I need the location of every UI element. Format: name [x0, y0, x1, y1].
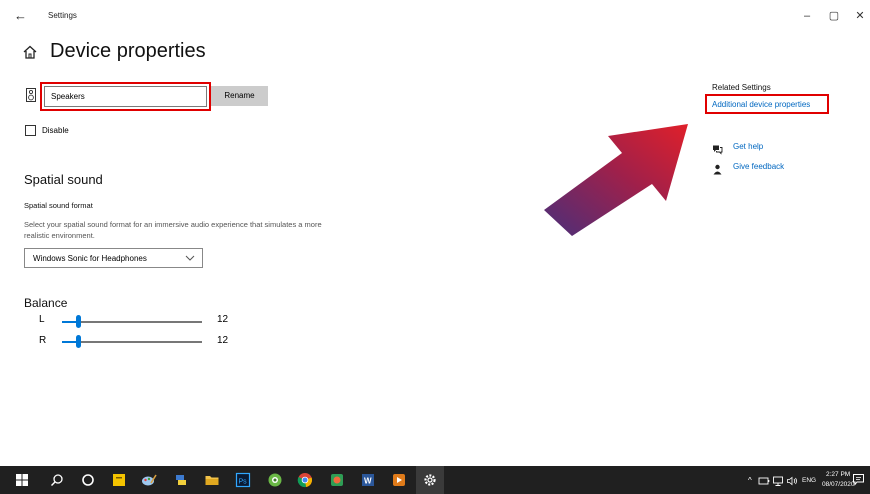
dropdown-selected-value: Windows Sonic for Headphones: [33, 254, 147, 263]
spatial-format-label: Spatial sound format: [24, 201, 93, 210]
disable-checkbox[interactable]: [25, 125, 36, 136]
paint-icon[interactable]: [141, 472, 157, 488]
settings-gear-icon[interactable]: [422, 472, 438, 488]
spatial-format-dropdown[interactable]: Windows Sonic for Headphones: [24, 248, 203, 268]
get-help-link[interactable]: Get help: [733, 142, 763, 151]
minimize-button[interactable]: –: [799, 8, 815, 24]
annotation-arrow-icon: [544, 124, 688, 236]
home-icon: [22, 44, 38, 60]
page-title: Device properties: [50, 40, 206, 62]
speaker-device-icon: [26, 88, 36, 102]
left-slider-thumb[interactable]: [76, 315, 82, 328]
svg-text:Ps: Ps: [239, 479, 248, 486]
additional-device-properties-link[interactable]: Additional device properties: [712, 100, 810, 109]
right-balance-slider[interactable]: [62, 335, 202, 348]
disable-label: Disable: [42, 126, 69, 135]
chrome-icon[interactable]: [297, 472, 313, 488]
balance-heading: Balance: [24, 296, 68, 310]
search-icon[interactable]: [49, 472, 65, 488]
clock-time[interactable]: 2:27 PM: [826, 471, 850, 478]
sticky-notes-icon[interactable]: [111, 472, 127, 488]
close-button[interactable]: ✕: [852, 8, 868, 24]
back-arrow-icon[interactable]: ←: [14, 8, 30, 24]
notifications-icon[interactable]: [852, 473, 865, 486]
camtasia-icon[interactable]: [329, 472, 345, 488]
right-slider-thumb[interactable]: [76, 335, 82, 348]
window-title: Settings: [48, 11, 77, 20]
give-feedback-icon: [712, 162, 723, 175]
greenshot-icon[interactable]: [267, 472, 283, 488]
photoshop-icon[interactable]: Ps: [235, 472, 251, 488]
maximize-button[interactable]: ▢: [826, 8, 842, 24]
chevron-down-icon: [185, 251, 195, 268]
volume-icon[interactable]: [786, 474, 798, 486]
title-bar: ← Settings – ▢ ✕: [0, 0, 870, 32]
get-help-icon: [712, 142, 723, 155]
svg-text:W: W: [364, 477, 372, 486]
right-channel-label: R: [39, 335, 47, 346]
cortana-icon[interactable]: [80, 472, 96, 488]
spatial-sound-heading: Spatial sound: [24, 172, 103, 187]
right-balance-value: 12: [217, 335, 229, 346]
network-icon[interactable]: [772, 474, 784, 486]
python-icon[interactable]: [173, 472, 189, 488]
language-indicator[interactable]: ENG: [802, 477, 816, 484]
clock-date[interactable]: 08/07/2020: [822, 481, 855, 488]
file-explorer-icon[interactable]: [204, 472, 220, 488]
left-balance-value: 12: [217, 314, 229, 325]
tray-chevron-up-icon[interactable]: ^: [748, 476, 752, 485]
rename-button[interactable]: Rename: [211, 86, 268, 106]
related-settings-heading: Related Settings: [712, 83, 771, 92]
battery-icon[interactable]: [758, 474, 770, 486]
sound-app-icon[interactable]: [391, 472, 407, 488]
left-balance-slider[interactable]: [62, 315, 202, 328]
give-feedback-link[interactable]: Give feedback: [733, 162, 784, 171]
taskbar: Ps W ^ ENG 2:27 PM 08/07/2020: [0, 466, 870, 494]
word-icon[interactable]: W: [360, 472, 376, 488]
device-name-input[interactable]: [44, 86, 207, 107]
spatial-format-description: Select your spatial sound format for an …: [24, 220, 322, 240]
windows-start-icon[interactable]: [14, 472, 30, 488]
left-channel-label: L: [39, 314, 45, 325]
